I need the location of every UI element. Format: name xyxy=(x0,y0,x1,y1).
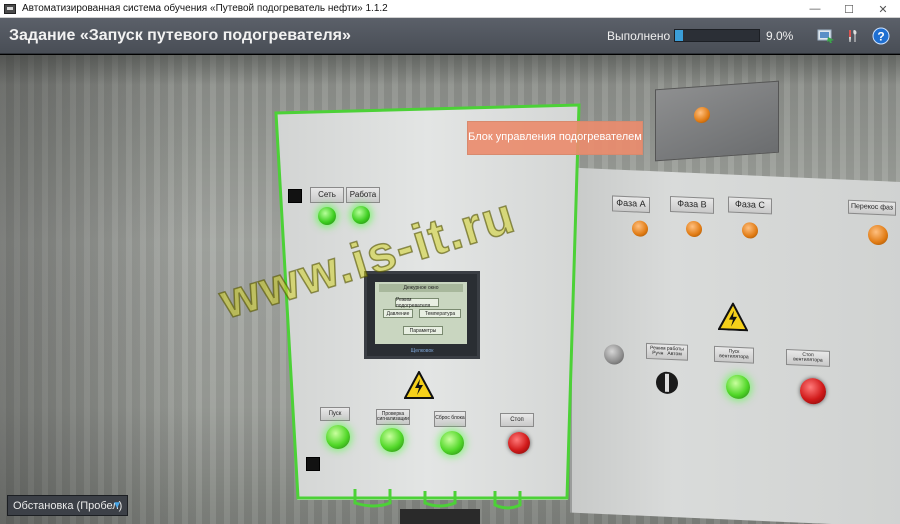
phase-imbalance-lamp xyxy=(868,224,888,246)
cabinet-lock-bottom xyxy=(306,457,320,471)
environment-dropdown-value: Обстановка (Пробел) xyxy=(13,499,123,512)
cabinet-lock-top xyxy=(288,189,302,203)
cable-glands xyxy=(353,489,522,524)
fan-stop-button[interactable] xyxy=(800,377,826,405)
hmi-footer: Щелковок xyxy=(410,348,434,354)
progress-value: 9.0% xyxy=(766,29,794,43)
maximize-button[interactable]: ☐ xyxy=(832,0,866,18)
fan-control-cabinet: Фаза А Фаза В Фаза С Перекос фаз Режим р… xyxy=(570,167,900,524)
mode-option-auto: Автом xyxy=(667,350,682,358)
upper-junction-box xyxy=(655,80,779,162)
operation-lamp xyxy=(352,206,370,224)
task-title: Задание «Запуск путевого подогревателя» xyxy=(9,27,351,44)
hmi-temperature-button[interactable]: Температура xyxy=(419,309,461,318)
phase-a-lamp xyxy=(632,220,648,237)
phase-imbalance-label: Перекос фаз xyxy=(848,199,896,216)
object-tooltip: Блок управления подогревателем xyxy=(467,121,643,155)
hmi-display: Дежурное окно Режим подогревателя Давлен… xyxy=(375,282,467,344)
svg-text:?: ? xyxy=(877,30,884,44)
power-lamp xyxy=(318,207,336,225)
stop-label: Стоп xyxy=(500,413,534,427)
window-title: Автоматизированная система обучения «Пут… xyxy=(22,3,388,14)
close-button[interactable]: ✕ xyxy=(866,0,900,18)
screenshot-icon[interactable] xyxy=(817,27,835,45)
block-reset-button[interactable] xyxy=(440,431,464,455)
phase-c-label: Фаза С xyxy=(728,196,772,215)
app-icon xyxy=(4,3,16,14)
upper-box-lamp xyxy=(694,106,710,124)
phase-b-lamp xyxy=(686,220,702,238)
start-button[interactable] xyxy=(326,425,350,449)
progress-label: Выполнено xyxy=(607,29,671,43)
block-reset-label: Сброс блока xyxy=(434,411,466,427)
operation-label: Работа xyxy=(346,187,380,203)
minimize-button[interactable]: — xyxy=(798,0,832,18)
hmi-pressure-button[interactable]: Давление xyxy=(383,309,413,318)
progress-bar xyxy=(674,29,760,42)
fan-indicator-lamp[interactable] xyxy=(604,344,624,365)
phase-c-lamp xyxy=(742,222,758,239)
hmi-header: Дежурное окно xyxy=(379,284,463,292)
phase-a-label: Фаза А xyxy=(612,195,650,214)
app-header: Задание «Запуск путевого подогревателя» … xyxy=(0,18,900,54)
chevron-down-icon: ▼ xyxy=(112,500,122,511)
mode-switch[interactable] xyxy=(656,371,678,395)
scene-viewport[interactable]: Фаза А Фаза В Фаза С Перекос фаз Режим р… xyxy=(0,55,900,524)
heater-control-cabinet[interactable]: Сеть Работа Дежурное окно Режим подогрев… xyxy=(276,105,580,500)
stop-button[interactable] xyxy=(508,432,530,454)
alarm-test-label: Проверка сигнализации xyxy=(376,409,410,425)
fan-start-label: Пуск вентилятора xyxy=(714,345,754,364)
start-label: Пуск xyxy=(320,407,350,421)
power-label: Сеть xyxy=(310,187,344,203)
hmi-screen[interactable]: Дежурное окно Режим подогревателя Давлен… xyxy=(364,271,480,359)
hmi-params-button[interactable]: Параметры xyxy=(403,326,443,335)
tools-icon[interactable] xyxy=(844,27,862,45)
alarm-test-button[interactable] xyxy=(380,428,404,452)
wall-shadow xyxy=(0,55,200,524)
environment-dropdown[interactable]: Обстановка (Пробел) ▼ xyxy=(7,495,128,516)
high-voltage-warning-icon xyxy=(718,302,748,332)
mode-option-manual: Ручн xyxy=(652,350,664,357)
help-icon[interactable]: ? xyxy=(872,27,890,45)
progress-fill xyxy=(675,30,683,41)
high-voltage-warning-icon xyxy=(404,371,434,399)
fan-start-button[interactable] xyxy=(726,374,750,400)
mode-switch-plate: Режим работы Ручн Автом xyxy=(646,342,688,361)
window-titlebar: Автоматизированная система обучения «Пут… xyxy=(0,0,900,18)
phase-b-label: Фаза В xyxy=(670,195,714,214)
fan-stop-label: Стоп вентилятора xyxy=(786,349,830,367)
hmi-mode-button[interactable]: Режим подогревателя xyxy=(395,297,439,309)
